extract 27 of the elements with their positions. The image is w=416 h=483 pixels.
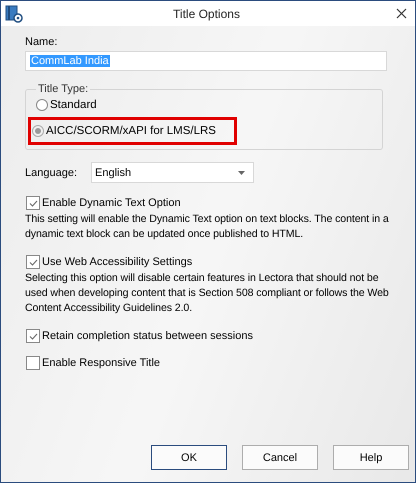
check-icon	[28, 332, 38, 340]
option-description: Selecting this option will disable certain features in Lectora that should not be used when developing content that is Section 508 compliant or follows the Web Content Accessibility Guidelines 2.0.	[25, 271, 390, 316]
title-type-label: Title Type:	[37, 83, 90, 95]
checkbox-label: Enable Responsive Title	[42, 357, 160, 369]
checkbox[interactable]	[26, 329, 40, 343]
dialog-button[interactable]: OK	[151, 445, 227, 470]
radio-button[interactable]	[36, 99, 48, 111]
radio-label: AICC/SCORM/xAPI for LMS/LRS	[46, 125, 216, 137]
radio-label: Standard	[50, 99, 97, 111]
dropdown-arrow-icon	[238, 170, 245, 174]
check-icon	[28, 200, 38, 206]
app-icon	[5, 4, 23, 22]
name-label: Name:	[25, 36, 58, 48]
language-dropdown[interactable]: English	[91, 162, 254, 183]
option-description: This setting will enable the Dynamic Text option on text blocks. The content in a dynamic text block can be updated once published to HTML.	[25, 212, 390, 242]
dialog-button[interactable]: Cancel	[242, 445, 318, 470]
check-icon	[28, 258, 38, 266]
checkbox[interactable]	[26, 255, 40, 269]
checkbox[interactable]	[26, 356, 40, 370]
checkbox-label: Use Web Accessibility Settings	[42, 256, 192, 268]
checkbox[interactable]	[26, 196, 40, 210]
language-label: Language:	[25, 166, 77, 178]
dialog-button[interactable]: Help	[333, 445, 409, 470]
window-title: Title Options	[172, 6, 241, 20]
checkbox-label: Enable Dynamic Text Option	[42, 197, 181, 209]
close-icon[interactable]	[396, 8, 407, 19]
checkbox-label: Retain completion status between sessions	[42, 330, 253, 342]
